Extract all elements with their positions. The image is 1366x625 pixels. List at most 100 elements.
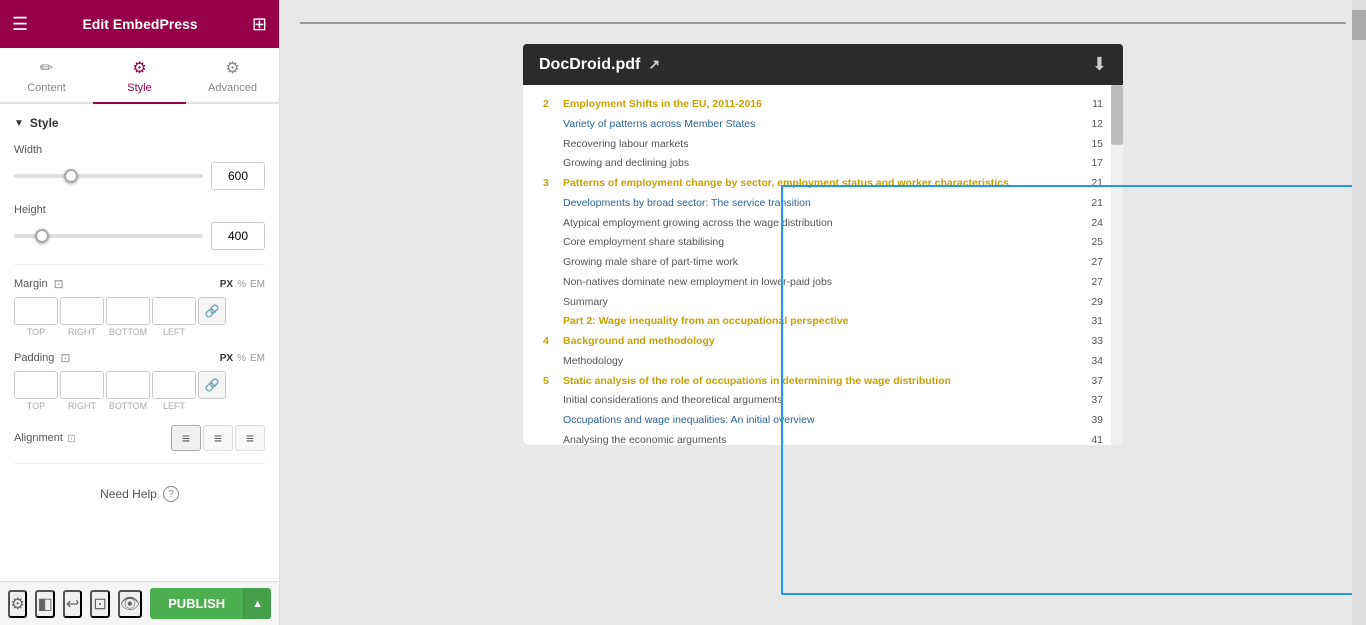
padding-label: Padding (14, 352, 54, 364)
grid-icon[interactable]: ⊞ (252, 14, 267, 35)
padding-left-input[interactable] (152, 371, 196, 399)
padding-bottom-input[interactable] (106, 371, 150, 399)
toc-page: 27 (1079, 255, 1103, 271)
padding-link-button[interactable]: 🔗 (198, 371, 226, 399)
margin-right-input[interactable] (60, 297, 104, 325)
padding-bottom-label: BOTTOM (106, 401, 150, 411)
settings-icon-button[interactable]: ⚙ (8, 590, 27, 618)
toc-page: 37 (1079, 393, 1103, 409)
pdf-toc[interactable]: 2Employment Shifts in the EU, 2011-20161… (523, 85, 1123, 445)
pdf-scrollbar-thumb[interactable] (1111, 85, 1123, 145)
toc-title: Methodology (563, 354, 1079, 370)
help-icon: ? (163, 486, 179, 502)
toc-page: 39 (1079, 413, 1103, 429)
toc-page: 27 (1079, 275, 1103, 291)
panel-resize-handle[interactable] (274, 0, 284, 625)
responsive-icon-button[interactable]: ⊡ (90, 590, 109, 618)
publish-arrow-button[interactable]: ▲ (243, 588, 271, 619)
margin-bottom-input[interactable] (106, 297, 150, 325)
toc-title: Recovering labour markets (563, 137, 1079, 153)
padding-top-label: TOP (14, 401, 58, 411)
width-field: Width 600 (14, 144, 265, 190)
undo-icon-button[interactable]: ↩ (63, 590, 82, 618)
width-slider-thumb[interactable] (64, 169, 78, 183)
toc-page: 33 (1079, 334, 1103, 350)
height-input[interactable]: 400 (211, 222, 265, 250)
padding-top-input[interactable] (14, 371, 58, 399)
divider-2 (14, 463, 265, 464)
pdf-external-link-icon[interactable]: ↗ (648, 56, 660, 73)
toc-row: 3Patterns of employment change by sector… (543, 176, 1103, 192)
hamburger-icon[interactable]: ☰ (12, 14, 28, 35)
toc-page: 21 (1079, 176, 1103, 192)
width-slider-row: 600 (14, 162, 265, 190)
margin-left-input[interactable] (152, 297, 196, 325)
margin-field: Margin ⊡ PX % EM 🔗 TOP RIGHT BOTTOM (14, 277, 265, 337)
toc-row: Occupations and wage inequalities: An in… (543, 413, 1103, 429)
tab-advanced[interactable]: ⚙ Advanced (186, 48, 279, 104)
height-slider-row: 400 (14, 222, 265, 250)
padding-right-input[interactable] (60, 371, 104, 399)
margin-link-button[interactable]: 🔗 (198, 297, 226, 325)
margin-right-label: RIGHT (60, 327, 104, 337)
padding-unit-em[interactable]: EM (250, 353, 265, 364)
panel-title: Edit EmbedPress (82, 16, 197, 32)
panel-content: ▼ Style Width 600 Height 400 (0, 104, 279, 581)
style-section-header[interactable]: ▼ Style (14, 116, 265, 130)
section-label: Style (30, 116, 59, 130)
publish-button[interactable]: PUBLISH (150, 588, 243, 619)
bottom-bar: ⚙ ◧ ↩ ⊡ 👁 PUBLISH ▲ (0, 581, 279, 625)
toc-title: Static analysis of the role of occupatio… (563, 374, 1079, 390)
toc-page: 11 (1079, 97, 1103, 113)
width-input[interactable]: 600 (211, 162, 265, 190)
padding-row: Padding ⊡ PX % EM (14, 351, 265, 365)
toc-page: 17 (1079, 156, 1103, 172)
toc-title: Summary (563, 295, 1079, 311)
padding-unit-pct[interactable]: % (237, 353, 246, 364)
align-left-button[interactable]: ≡ (171, 425, 201, 451)
margin-unit-pct[interactable]: % (237, 279, 246, 290)
tab-content[interactable]: ✏ Content (0, 48, 93, 104)
advanced-tab-icon: ⚙ (225, 58, 239, 78)
height-slider-thumb[interactable] (35, 229, 49, 243)
width-label: Width (14, 144, 265, 156)
eye-icon-button[interactable]: 👁 (118, 590, 142, 618)
right-area: DocDroid.pdf ↗ ⬇ 2Employment Shifts in t… (280, 0, 1366, 625)
toc-title: Background and methodology (563, 334, 1079, 350)
align-center-button[interactable]: ≡ (203, 425, 233, 451)
toc-row: Developments by broad sector: The servic… (543, 196, 1103, 212)
margin-unit-em[interactable]: EM (250, 279, 265, 290)
align-right-button[interactable]: ≡ (235, 425, 265, 451)
need-help-label: Need Help (100, 487, 157, 501)
need-help[interactable]: Need Help ? (14, 476, 265, 512)
toc-row: Non-natives dominate new employment in l… (543, 275, 1103, 291)
content-tab-icon: ✏ (40, 58, 53, 78)
margin-top-label: TOP (14, 327, 58, 337)
padding-unit-px[interactable]: PX (220, 353, 233, 364)
margin-top-input[interactable] (14, 297, 58, 325)
toc-number: 2 (543, 97, 563, 113)
page-scrollbar[interactable] (1352, 0, 1366, 625)
toc-title: Patterns of employment change by sector,… (563, 176, 1079, 192)
page-scrollbar-thumb[interactable] (1352, 10, 1366, 40)
height-label: Height (14, 204, 265, 216)
toc-title: Occupations and wage inequalities: An in… (563, 413, 1079, 429)
margin-row: Margin ⊡ PX % EM (14, 277, 265, 291)
pdf-widget: DocDroid.pdf ↗ ⬇ 2Employment Shifts in t… (523, 44, 1123, 445)
style-tab-icon: ⚙ (132, 58, 146, 78)
pdf-content: 2Employment Shifts in the EU, 2011-20161… (523, 85, 1123, 445)
tab-advanced-label: Advanced (208, 82, 257, 94)
toc-row: Analysing the economic arguments41 (543, 433, 1103, 445)
tab-style[interactable]: ⚙ Style (93, 48, 186, 104)
layers-icon-button[interactable]: ◧ (35, 590, 54, 618)
margin-unit-px[interactable]: PX (220, 279, 233, 290)
toc-row: Growing and declining jobs17 (543, 156, 1103, 172)
pdf-scrollbar[interactable] (1111, 85, 1123, 445)
margin-units: PX % EM (220, 279, 265, 290)
divider-1 (14, 264, 265, 265)
section-arrow-icon: ▼ (14, 118, 24, 129)
toc-title: Variety of patterns across Member States (563, 117, 1079, 133)
pdf-download-icon[interactable]: ⬇ (1092, 54, 1107, 75)
width-slider-track[interactable] (14, 174, 203, 178)
height-slider-track[interactable] (14, 234, 203, 238)
